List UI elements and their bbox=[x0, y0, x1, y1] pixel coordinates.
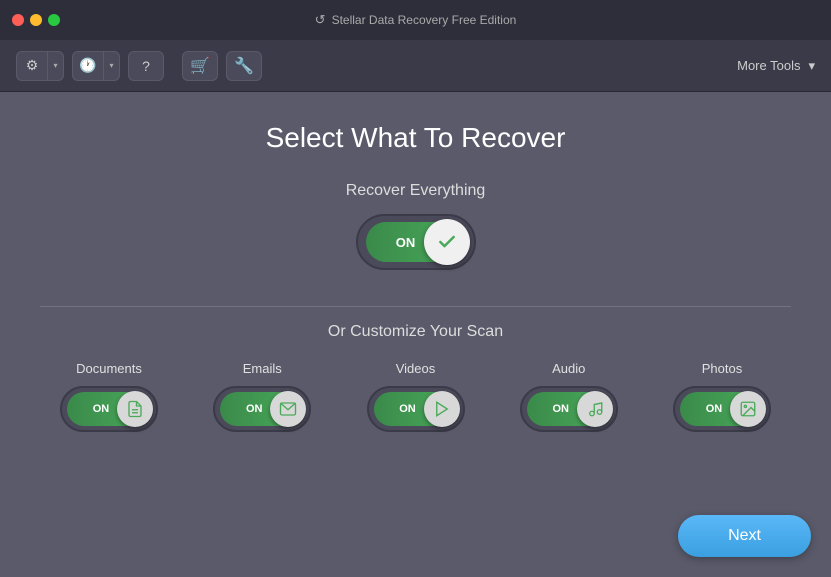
wrench-icon[interactable]: 🔧 bbox=[226, 51, 262, 81]
emails-toggle-knob bbox=[270, 391, 306, 427]
customize-label: Or Customize Your Scan bbox=[328, 323, 503, 341]
emails-category: Emails ON bbox=[213, 361, 311, 432]
audio-icon bbox=[586, 400, 604, 418]
titlebar: ↺ Stellar Data Recovery Free Edition bbox=[0, 0, 831, 40]
emails-label: Emails bbox=[243, 361, 282, 376]
documents-toggle-knob bbox=[117, 391, 153, 427]
more-tools-button[interactable]: More Tools ▾ bbox=[737, 58, 815, 74]
documents-category: Documents ON bbox=[60, 361, 158, 432]
settings-button-group[interactable]: ⚙ ▾ bbox=[16, 51, 64, 81]
maximize-button[interactable] bbox=[48, 14, 60, 26]
divider bbox=[40, 306, 791, 307]
audio-category: Audio ON bbox=[520, 361, 618, 432]
photo-icon bbox=[739, 400, 757, 418]
history-arrow-icon[interactable]: ▾ bbox=[103, 52, 119, 80]
recover-everything-toggle[interactable]: ON bbox=[356, 214, 476, 270]
documents-toggle[interactable]: ON bbox=[60, 386, 158, 432]
settings-icon[interactable]: ⚙ bbox=[17, 52, 47, 80]
photos-category: Photos ON bbox=[673, 361, 771, 432]
next-button[interactable]: Next bbox=[678, 515, 811, 557]
audio-toggle-knob bbox=[577, 391, 613, 427]
more-tools-chevron-icon: ▾ bbox=[808, 58, 815, 74]
photos-toggle-knob bbox=[730, 391, 766, 427]
next-button-container: Next bbox=[678, 515, 811, 557]
audio-label: Audio bbox=[552, 361, 585, 376]
videos-label: Videos bbox=[396, 361, 436, 376]
documents-label: Documents bbox=[76, 361, 142, 376]
titlebar-icon: ↺ bbox=[315, 12, 326, 28]
emails-toggle[interactable]: ON bbox=[213, 386, 311, 432]
cart-icon[interactable]: 🛒 bbox=[182, 51, 218, 81]
page-title: Select What To Recover bbox=[266, 122, 566, 154]
customize-section: Or Customize Your Scan Documents ON bbox=[40, 323, 791, 432]
checkmark-icon bbox=[437, 232, 457, 252]
videos-category: Videos ON bbox=[367, 361, 465, 432]
email-icon bbox=[279, 400, 297, 418]
close-button[interactable] bbox=[12, 14, 24, 26]
recover-everything-section: Recover Everything ON bbox=[40, 182, 791, 270]
window-title: ↺ Stellar Data Recovery Free Edition bbox=[315, 12, 517, 28]
toolbar: ⚙ ▾ 🕐 ▾ ? 🛒 🔧 More Tools ▾ bbox=[0, 40, 831, 92]
toolbar-left: ⚙ ▾ 🕐 ▾ ? 🛒 🔧 bbox=[16, 51, 262, 81]
traffic-lights bbox=[12, 14, 60, 26]
minimize-button[interactable] bbox=[30, 14, 42, 26]
document-icon bbox=[126, 400, 144, 418]
video-icon bbox=[433, 400, 451, 418]
toggle-large-knob bbox=[424, 219, 470, 265]
photos-label: Photos bbox=[702, 361, 742, 376]
audio-toggle[interactable]: ON bbox=[520, 386, 618, 432]
history-icon[interactable]: 🕐 bbox=[73, 52, 103, 80]
main-content: Select What To Recover Recover Everythin… bbox=[0, 92, 831, 452]
settings-arrow-icon[interactable]: ▾ bbox=[47, 52, 63, 80]
photos-toggle[interactable]: ON bbox=[673, 386, 771, 432]
videos-toggle-knob bbox=[424, 391, 460, 427]
recover-everything-label: Recover Everything bbox=[346, 182, 486, 200]
history-button-group[interactable]: 🕐 ▾ bbox=[72, 51, 120, 81]
help-button[interactable]: ? bbox=[128, 51, 164, 81]
categories-row: Documents ON bbox=[40, 361, 791, 432]
videos-toggle[interactable]: ON bbox=[367, 386, 465, 432]
